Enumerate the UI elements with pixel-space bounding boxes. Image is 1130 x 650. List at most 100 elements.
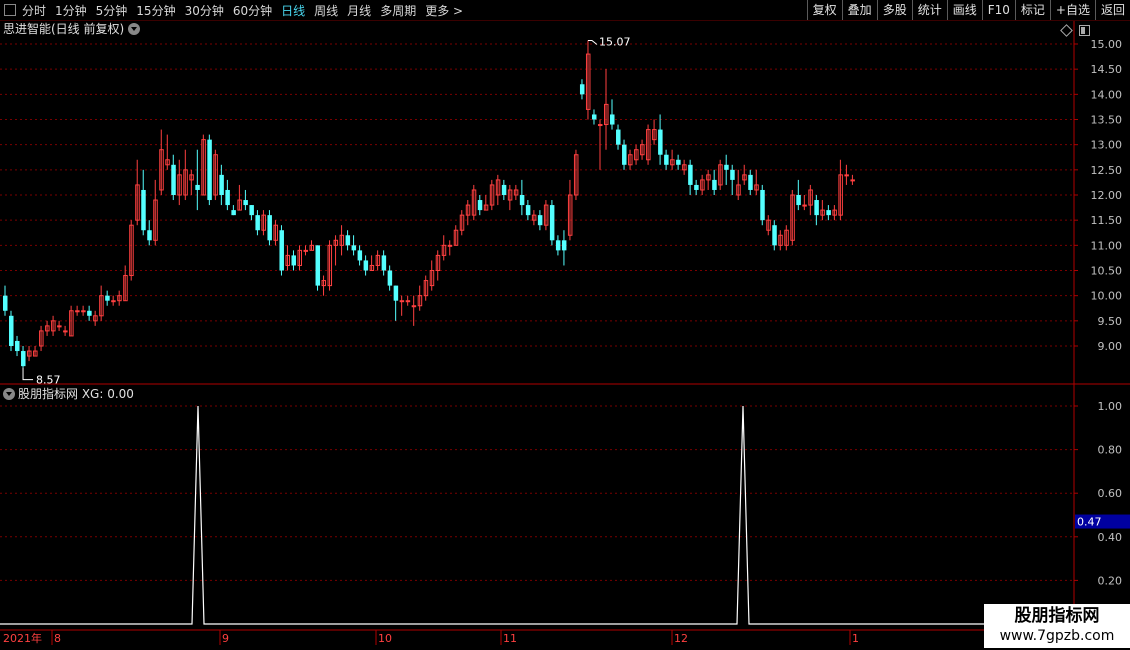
indicator-title-text: 股朋指标网 XG: 0.00 (18, 387, 134, 401)
candle-body (87, 310, 92, 316)
price-tick-label: 10.50 (1091, 265, 1123, 278)
price-tick-label: 13.00 (1091, 139, 1123, 152)
price-tick-label: 10.00 (1091, 290, 1123, 303)
candle-body (387, 270, 393, 286)
low-annotation: 8.57 (36, 374, 61, 387)
price-tick-label: 9.00 (1098, 340, 1123, 353)
high-marker (587, 39, 598, 45)
time-tick-label: 10 (378, 632, 392, 645)
candle-body (345, 235, 351, 246)
candle-body (81, 310, 86, 313)
candle-body (255, 215, 260, 231)
candle-body (147, 230, 152, 241)
candle-body (772, 225, 777, 246)
candle-body (814, 200, 819, 216)
candle-body (730, 169, 735, 180)
candle-body (676, 159, 681, 165)
candle-body (826, 210, 831, 216)
watermark-url: www.7gpzb.com (984, 626, 1130, 648)
candle-body (393, 285, 399, 301)
candle-body (141, 189, 146, 231)
price-tick-label: 12.50 (1091, 164, 1123, 177)
candle-body (219, 174, 224, 195)
candle-body (537, 215, 543, 226)
price-tick-label: 11.00 (1091, 239, 1123, 252)
price-tick-label: 13.50 (1091, 114, 1123, 127)
candle-body (477, 200, 483, 211)
time-tick-label: 2021年 (3, 631, 42, 645)
candle-body (57, 325, 62, 328)
candle-body (303, 249, 308, 252)
candle-body (195, 184, 200, 190)
high-annotation: 15.07 (599, 35, 631, 48)
xg-indicator-line (0, 405, 1074, 625)
candle-body (712, 179, 717, 190)
candle-body (63, 330, 68, 333)
candle-body (748, 174, 753, 190)
candle-body (207, 139, 212, 201)
candle-body (579, 84, 585, 95)
candle-body (315, 245, 321, 286)
candle-body (525, 205, 531, 216)
chart-canvas[interactable]: 15.00 14.50 14.00 13.50 13.00 12.50 12.00 11.50… (0, 0, 1130, 650)
candle-body (616, 129, 621, 145)
candle-body (111, 300, 116, 303)
candle-body (399, 300, 405, 303)
candle-body (3, 295, 8, 311)
candle-body (844, 174, 849, 177)
candle-body (597, 124, 603, 127)
candle-body (381, 255, 387, 271)
candle-body (555, 240, 561, 251)
candle-body (658, 129, 663, 155)
candle-body (243, 200, 248, 206)
time-tick-label: 12 (674, 632, 688, 645)
candle-body (549, 205, 555, 241)
candle-body (694, 184, 699, 190)
current-value-label: 0.47 (1077, 516, 1102, 529)
indicator-tick-label: 0.80 (1098, 444, 1123, 457)
price-tick-label: 14.50 (1091, 63, 1123, 76)
price-tick-label: 15.00 (1091, 38, 1123, 51)
candle-body (357, 250, 363, 261)
candle-body (850, 179, 855, 182)
candle-body (447, 244, 453, 247)
candle-body (802, 204, 807, 207)
candle-body (279, 230, 284, 271)
candle-body (664, 154, 669, 165)
candle-body (21, 351, 26, 367)
candle-body (75, 310, 80, 313)
candle-body (9, 315, 14, 346)
candle-body (688, 164, 693, 185)
indicator-tick-label: 0.20 (1098, 574, 1123, 587)
candle-body (267, 215, 272, 241)
price-tick-label: 12.00 (1091, 189, 1123, 202)
candle-body (610, 114, 615, 125)
candle-body (724, 164, 729, 170)
candle-body (105, 295, 110, 301)
candle-body (351, 245, 357, 251)
chevron-down-icon[interactable] (3, 388, 15, 400)
candle-body (231, 210, 236, 216)
candle-body (591, 114, 597, 120)
candle-body (171, 164, 176, 195)
indicator-tick-label: 1.00 (1098, 400, 1123, 413)
candle-body (501, 184, 507, 195)
price-tick-label: 14.00 (1091, 88, 1123, 101)
price-tick-label: 9.50 (1098, 315, 1123, 328)
candle-body (15, 340, 20, 352)
candle-body (249, 205, 254, 216)
low-marker (22, 367, 34, 381)
indicator-title: 股朋指标网 XG: 0.00 (3, 387, 134, 401)
candle-body (519, 195, 525, 206)
candle-body (405, 300, 411, 303)
time-tick-label: 11 (503, 632, 517, 645)
watermark-name: 股朋指标网 (984, 604, 1130, 628)
candle-body (561, 240, 567, 251)
indicator-tick-label: 0.60 (1098, 487, 1123, 500)
candle-body (225, 189, 230, 206)
candle-body (363, 260, 369, 271)
time-tick-label: 8 (54, 632, 61, 645)
candle-body (411, 305, 417, 308)
candle-body (291, 255, 296, 266)
candle-body (622, 144, 627, 165)
